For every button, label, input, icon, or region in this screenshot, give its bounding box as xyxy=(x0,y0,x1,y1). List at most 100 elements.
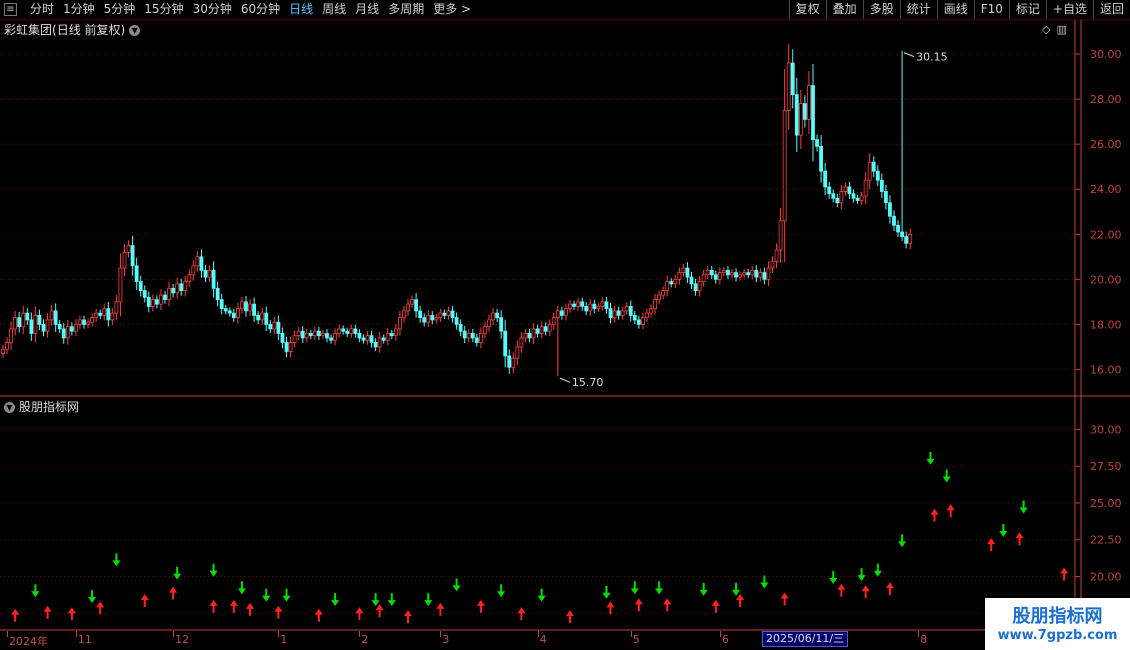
candle-up xyxy=(393,328,398,337)
candle-down xyxy=(855,197,860,201)
chart-canvas[interactable]: 16.00 18.00 20.00 22.00 24.00 26.00 28.00 30.00… xyxy=(0,0,1130,650)
up-arrow-head xyxy=(1060,567,1069,574)
tab-period-2[interactable]: 5分钟 xyxy=(100,0,141,19)
tool-button-8[interactable]: 返回 xyxy=(1092,0,1130,19)
tab-period-3[interactable]: 15分钟 xyxy=(140,0,188,19)
indicator-name: 股朋指标网 xyxy=(19,400,80,414)
down-arrow-head xyxy=(424,600,433,607)
candle-down xyxy=(888,202,892,217)
candle-down xyxy=(223,308,228,312)
candle-down xyxy=(389,333,394,337)
top-toolbar: ≡ 分时 1分钟 5分钟 15分钟 30分钟 60分钟 日线 周线 月线 多周期 更多 > 复权 叠加… xyxy=(0,0,1130,20)
candle-up xyxy=(126,245,131,253)
watermark: 股朋指标网 www.7gpzb.com xyxy=(985,598,1130,650)
candle-down xyxy=(353,328,358,334)
tab-period-0[interactable]: 分时 xyxy=(26,0,59,19)
up-arrow-head xyxy=(885,582,894,589)
candle-down xyxy=(154,299,159,305)
candle-down xyxy=(892,215,896,226)
tool-button-4[interactable]: 画线 xyxy=(936,0,974,19)
tab-period-8[interactable]: 月线 xyxy=(351,0,384,19)
candle-down xyxy=(430,314,435,321)
candle-down xyxy=(470,333,475,339)
down-arrow-head xyxy=(88,597,97,604)
date-tick xyxy=(278,631,280,637)
candle-down xyxy=(543,326,548,332)
up-arrow-head xyxy=(67,607,76,614)
date-label: 5 xyxy=(632,633,640,646)
candle-up xyxy=(175,283,180,294)
candle-up xyxy=(94,312,99,319)
price-tick-label: 20.00 xyxy=(1090,273,1122,286)
window-icon[interactable]: ▥ xyxy=(1056,23,1066,36)
candle-down xyxy=(527,333,532,339)
chevron-down-icon[interactable]: ▼ xyxy=(4,402,15,413)
tool-button-1[interactable]: 叠加 xyxy=(825,0,863,19)
candle-up xyxy=(758,272,763,278)
up-arrow-head xyxy=(861,585,870,592)
up-arrow-head xyxy=(169,586,178,593)
tab-period-7[interactable]: 周线 xyxy=(318,0,351,19)
tool-button-0[interactable]: 复权 xyxy=(788,0,826,19)
tab-period-5[interactable]: 60分钟 xyxy=(237,0,285,19)
tool-button-7[interactable]: +自选 xyxy=(1045,0,1093,19)
candle-down xyxy=(171,287,176,294)
date-axis: 2024年 11 12 1 2 3 4 5 6 8 xyxy=(0,631,1075,650)
candle-down xyxy=(203,269,208,278)
candle-down xyxy=(803,103,807,120)
chevron-down-icon[interactable]: ▼ xyxy=(129,25,141,36)
tool-button-6[interactable]: 标记 xyxy=(1008,0,1046,19)
candle-up xyxy=(511,357,516,368)
watermark-url: www.7gpzb.com xyxy=(997,628,1118,643)
date-tick xyxy=(630,631,632,637)
candle-down xyxy=(762,272,767,280)
candle-down xyxy=(835,197,840,204)
candle-up xyxy=(402,310,406,319)
date-tick xyxy=(440,631,442,637)
candlestick-series xyxy=(1,43,913,377)
up-arrow-head xyxy=(229,599,238,606)
price-tick-label: 24.00 xyxy=(1090,183,1122,196)
candle-up xyxy=(304,333,309,339)
candle-up xyxy=(742,272,747,276)
tab-period-6[interactable]: 日线 xyxy=(285,0,318,19)
candle-down xyxy=(414,299,419,312)
down-arrow-head xyxy=(209,570,218,577)
candle-down xyxy=(608,308,613,319)
date-label: 8 xyxy=(920,633,928,646)
candle-down xyxy=(815,139,819,147)
candle-down xyxy=(811,85,815,141)
chart-annotations: 30.15 15.70 xyxy=(559,51,948,389)
diamond-icon[interactable]: ◇ xyxy=(1042,23,1050,36)
tab-period-10[interactable]: 更多 > xyxy=(429,0,476,19)
up-arrow-head xyxy=(930,508,939,515)
candle-up xyxy=(730,272,734,276)
candle-down xyxy=(130,245,135,267)
candle-down xyxy=(82,319,86,325)
tab-period-1[interactable]: 1分钟 xyxy=(59,0,100,19)
indicator-tick-label: 20.00 xyxy=(1090,571,1122,584)
tab-period-4[interactable]: 30分钟 xyxy=(189,0,237,19)
candle-up xyxy=(45,319,50,332)
candle-down xyxy=(369,335,374,343)
candle-up xyxy=(1,348,5,355)
tool-button-3[interactable]: 统计 xyxy=(899,0,937,19)
down-arrow-head xyxy=(1019,507,1028,514)
candle-up xyxy=(681,267,686,273)
candle-up xyxy=(65,326,70,339)
candle-down xyxy=(790,62,795,95)
up-arrow-head xyxy=(711,599,720,606)
tool-button-2[interactable]: 多股 xyxy=(862,0,900,19)
menu-icon[interactable]: ≡ xyxy=(4,3,17,16)
candle-down xyxy=(61,328,66,339)
candle-up xyxy=(385,333,390,341)
candle-down xyxy=(884,191,888,204)
candle-down xyxy=(142,290,147,298)
tab-period-9[interactable]: 多周期 xyxy=(384,0,429,19)
tool-button-5[interactable]: F10 xyxy=(973,0,1009,19)
candle-up xyxy=(705,269,710,276)
candle-up xyxy=(438,312,443,319)
up-arrow-head xyxy=(436,602,445,609)
candle-up xyxy=(240,301,244,310)
candle-down xyxy=(163,294,167,301)
